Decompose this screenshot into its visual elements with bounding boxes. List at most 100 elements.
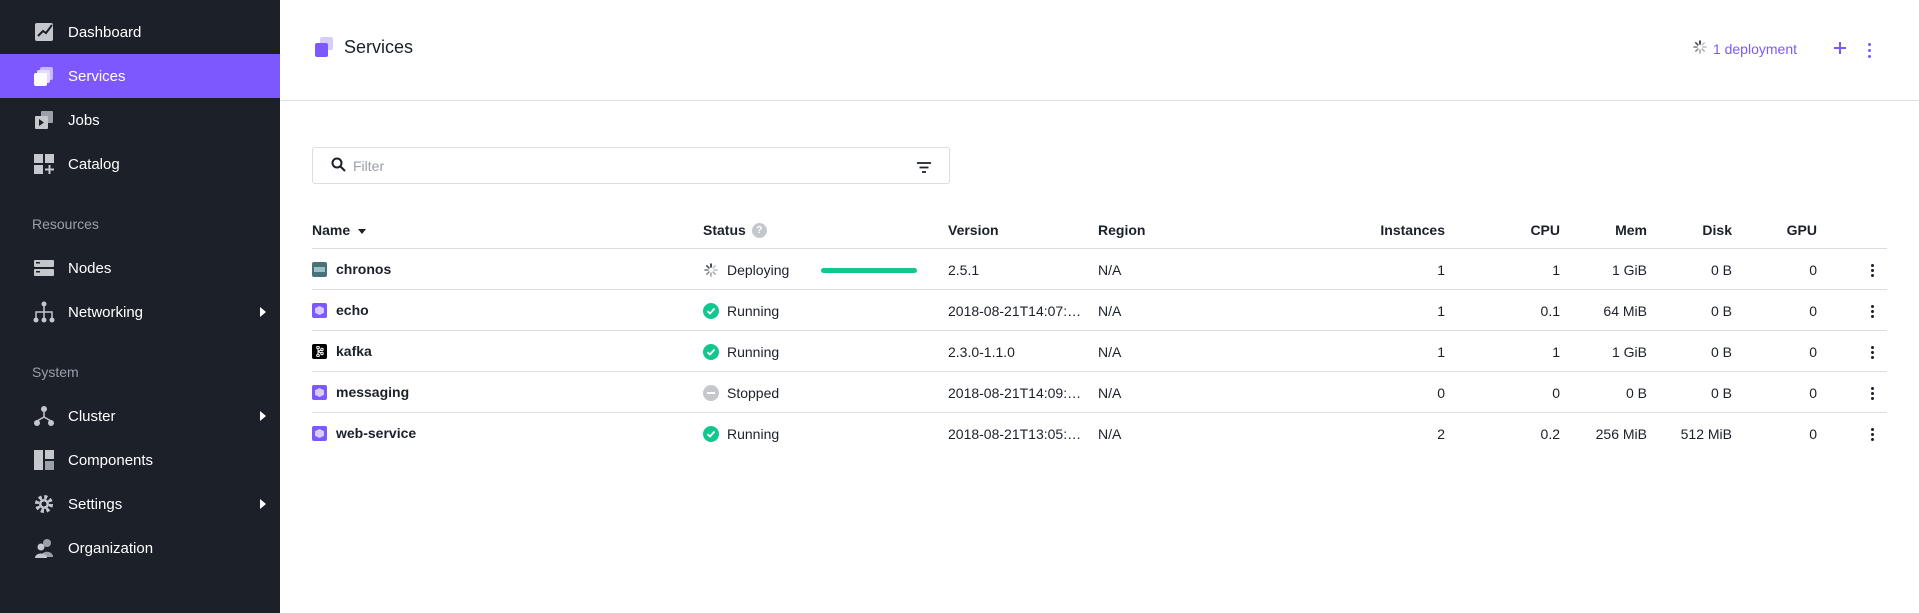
sidebar-item-organization[interactable]: Organization — [0, 526, 280, 570]
row-more-button[interactable] — [1868, 426, 1876, 442]
service-name: web-service — [336, 425, 417, 441]
service-name-cell[interactable]: echo — [312, 302, 369, 318]
column-label: Name — [312, 222, 351, 238]
more-dot — [1870, 314, 1874, 318]
status-cell: Deploying — [703, 262, 789, 278]
service-name: messaging — [336, 384, 410, 400]
column-header-instances[interactable]: Instances — [1380, 222, 1445, 238]
instances-cell: 0 — [1437, 385, 1445, 401]
more-dot — [1870, 309, 1874, 313]
sidebar-item-nodes[interactable]: Nodes — [0, 246, 280, 290]
page-title: Services — [314, 36, 413, 58]
service-name-cell[interactable]: messaging — [312, 384, 409, 400]
stopped-icon — [703, 385, 719, 401]
disk-cell: 0 B — [1710, 303, 1732, 319]
deployments-link-label: 1 deployment — [1712, 40, 1797, 57]
more-dot — [1870, 355, 1874, 359]
sidebar-item-services[interactable]: Services — [0, 54, 280, 98]
disk-cell: 0 B — [1710, 385, 1732, 401]
column-header-mem[interactable]: Mem — [1615, 222, 1647, 238]
sidebar-item-label: Cluster — [68, 407, 116, 425]
components-icon — [32, 448, 56, 472]
mem-cell: 256 MiB — [1595, 426, 1647, 442]
filter-input[interactable] — [353, 155, 853, 177]
row-more-button[interactable] — [1868, 262, 1876, 278]
mem-cell: 0 B — [1625, 385, 1647, 401]
mem-cell: 1 GiB — [1611, 262, 1647, 278]
version-cell: 2018-08-21T14:07:… — [948, 303, 1082, 319]
sidebar-item-cluster[interactable]: Cluster — [0, 394, 280, 438]
instances-cell: 1 — [1437, 303, 1445, 319]
help-icon[interactable]: ? — [751, 222, 767, 238]
header-more-button[interactable] — [1863, 38, 1875, 62]
more-dot — [1867, 48, 1871, 52]
column-header-disk[interactable]: Disk — [1702, 222, 1732, 238]
instances-cell: 1 — [1437, 262, 1445, 278]
row-more-button[interactable] — [1868, 344, 1876, 360]
column-header-version[interactable]: Version — [948, 222, 999, 238]
sidebar-item-label: Components — [68, 451, 154, 469]
sidebar-item-jobs[interactable]: Jobs — [0, 98, 280, 142]
row-more-button[interactable] — [1868, 303, 1876, 319]
gpu-cell: 0 — [1809, 262, 1817, 278]
region-cell: N/A — [1098, 426, 1122, 442]
more-dot — [1870, 427, 1874, 431]
sidebar-item-settings[interactable]: Settings — [0, 482, 280, 526]
package-icon — [312, 425, 327, 441]
gpu-cell: 0 — [1809, 303, 1817, 319]
expand-caret-icon — [260, 411, 266, 421]
sidebar-item-catalog[interactable]: Catalog — [0, 142, 280, 186]
service-name-cell[interactable]: chronos — [312, 261, 391, 277]
deployment-progress-bar — [821, 268, 917, 273]
expand-caret-icon — [260, 499, 266, 509]
column-header-status[interactable]: Status ? — [703, 222, 767, 238]
gpu-cell: 0 — [1809, 426, 1817, 442]
gpu-cell: 0 — [1809, 344, 1817, 360]
more-dot — [1870, 396, 1874, 400]
mem-cell: 64 MiB — [1603, 303, 1647, 319]
column-header-cpu[interactable]: CPU — [1530, 222, 1560, 238]
app: Dashboard Services Jobs Catalog Resource… — [0, 0, 1919, 613]
table-row[interactable]: web-service Running 2018-08-21T13:05:… N… — [312, 413, 1887, 454]
cpu-cell: 0.1 — [1540, 303, 1560, 319]
table-row[interactable]: kafka Running 2.3.0-1.1.0 N/A 1 1 1 GiB … — [312, 331, 1887, 372]
filter-options-icon[interactable] — [917, 160, 931, 178]
service-name-cell[interactable]: kafka — [312, 343, 372, 359]
column-header-name[interactable]: Name — [312, 222, 367, 238]
status-cell: Stopped — [703, 385, 779, 401]
table-row[interactable]: echo Running 2018-08-21T14:07:… N/A 1 0.… — [312, 290, 1887, 331]
more-dot — [1870, 391, 1874, 395]
sidebar-item-networking[interactable]: Networking — [0, 290, 280, 334]
check-circle-icon — [703, 426, 719, 442]
status-text: Stopped — [727, 385, 780, 401]
more-dot — [1870, 350, 1874, 354]
nodes-icon — [32, 256, 56, 280]
sidebar-item-label: Organization — [68, 539, 154, 557]
sidebar-item-dashboard[interactable]: Dashboard — [0, 10, 280, 54]
spinner-icon — [703, 262, 719, 278]
table-row[interactable]: messaging Stopped 2018-08-21T14:09:… N/A… — [312, 372, 1887, 413]
table-row[interactable]: chronos Deploying 2.5.1 N/A 1 1 1 GiB 0 … — [312, 249, 1887, 290]
mem-cell: 1 GiB — [1611, 344, 1647, 360]
cpu-cell: 1 — [1552, 344, 1560, 360]
column-label: Status — [703, 222, 746, 238]
column-header-gpu[interactable]: GPU — [1787, 222, 1817, 238]
gpu-cell: 0 — [1809, 385, 1817, 401]
section-title-resources: Resources — [32, 216, 99, 232]
instances-cell: 1 — [1437, 344, 1445, 360]
page-title-text: Services — [344, 36, 414, 57]
sidebar-item-label: Catalog — [68, 155, 120, 173]
sidebar-item-label: Nodes — [68, 259, 112, 277]
sidebar: Dashboard Services Jobs Catalog Resource… — [0, 0, 280, 613]
column-header-region[interactable]: Region — [1098, 222, 1145, 238]
row-more-button[interactable] — [1868, 385, 1876, 401]
deployments-link[interactable]: 1 deployment — [1693, 40, 1797, 57]
add-service-button[interactable] — [1829, 36, 1851, 60]
sidebar-item-components[interactable]: Components — [0, 438, 280, 482]
plus-icon — [1834, 42, 1846, 54]
main-content: Services 1 deployment Filter Name Status… — [280, 0, 1919, 613]
version-cell: 2018-08-21T14:09:… — [948, 385, 1082, 401]
search-icon — [331, 157, 346, 177]
organization-icon — [32, 536, 56, 560]
service-name-cell[interactable]: web-service — [312, 425, 416, 441]
